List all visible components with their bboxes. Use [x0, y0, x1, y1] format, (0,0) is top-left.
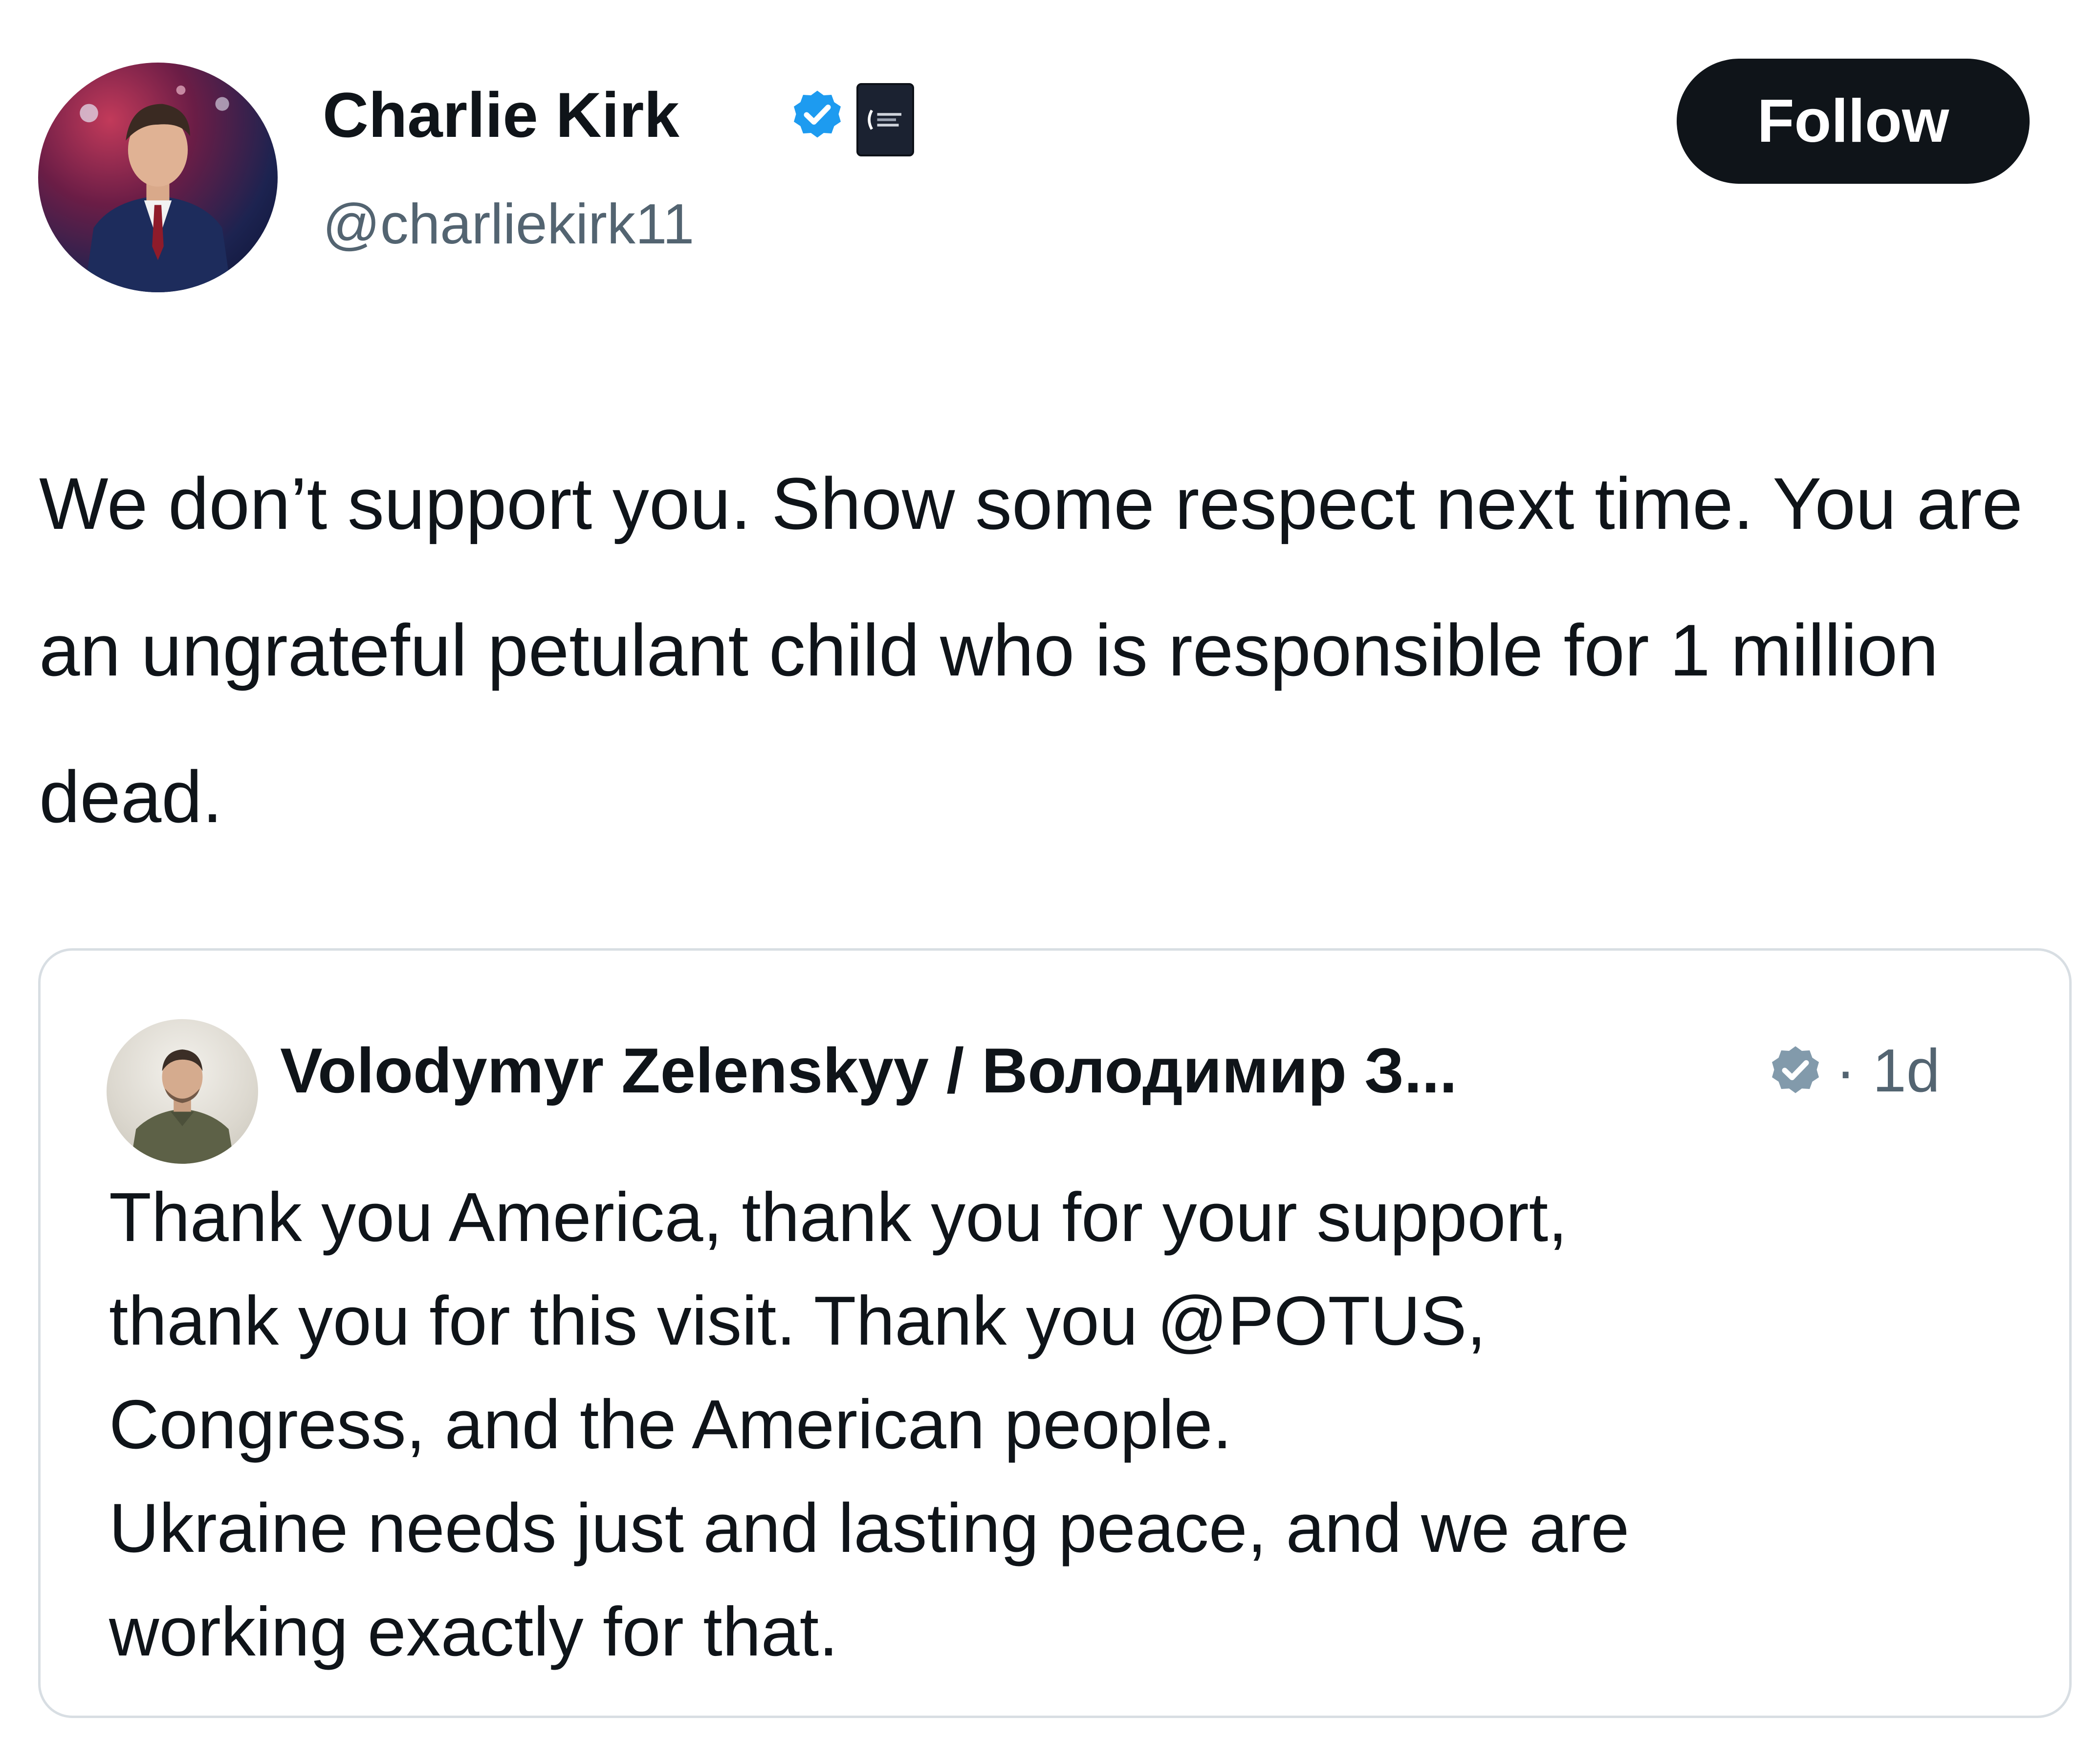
quoted-author-name[interactable]: Volodymyr Zelenskyy / Володимир З... — [280, 1039, 1457, 1102]
tweet-text: We don’t support you. Show some respect … — [39, 462, 2023, 838]
quoted-tweet-line: thank you for this visit. Thank you @POT… — [109, 1282, 1486, 1360]
profile-photo-icon — [80, 86, 232, 292]
author-avatar[interactable] — [38, 63, 278, 292]
quoted-author-avatar[interactable] — [107, 1019, 258, 1164]
affiliation-badge-icon[interactable] — [856, 83, 914, 156]
quoted-tweet-line: Ukraine needs just and lasting peace, an… — [109, 1489, 1630, 1567]
quoted-tweet-line: Thank you America, thank you for your su… — [109, 1178, 1568, 1256]
verified-badge-icon — [1772, 1046, 1819, 1093]
quoted-tweet-line: Congress, and the American people. — [109, 1386, 1232, 1463]
quoted-tweet-text: Thank you America, thank you for your su… — [109, 1166, 2015, 1684]
author-handle[interactable]: @charliekirk11 — [323, 196, 694, 252]
quoted-tweet-timestamp[interactable]: · 1d — [1836, 1041, 1940, 1101]
verified-badge-icon — [794, 90, 841, 138]
profile-photo-icon — [130, 1049, 235, 1164]
quoted-tweet-line: working exactly for that. — [109, 1593, 838, 1671]
author-name[interactable]: Charlie Kirk — [323, 83, 679, 147]
quoted-tweet-card[interactable]: Volodymyr Zelenskyy / Володимир З... · 1… — [38, 948, 2072, 1718]
follow-button[interactable]: Follow — [1677, 59, 2030, 184]
